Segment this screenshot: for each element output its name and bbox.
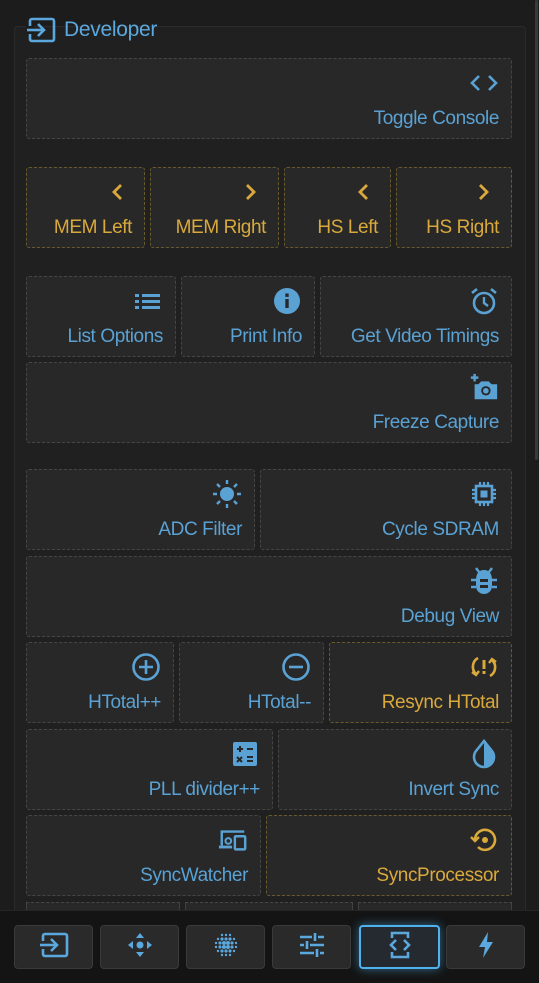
plus-circle-icon (131, 653, 161, 681)
cycle-sdram-button[interactable]: Cycle SDRAM (260, 469, 512, 550)
code-icon (469, 69, 499, 97)
list-options-label: List Options (67, 326, 163, 347)
chevron-right-icon (236, 178, 266, 206)
pll-divider-label: PLL divider++ (148, 779, 261, 800)
memory-icon (469, 480, 499, 508)
get-video-timings-button[interactable]: Get Video Timings (320, 276, 512, 357)
toggle-console-button[interactable]: Toggle Console (26, 58, 512, 139)
bolt-icon (477, 931, 495, 964)
hs-right-button[interactable]: HS Right (396, 167, 512, 248)
get-video-timings-label: Get Video Timings (350, 326, 500, 347)
htotal-minus-label: HTotal-- (247, 692, 312, 713)
brightness-icon (212, 480, 242, 508)
nav-grid-button[interactable] (186, 925, 265, 969)
freeze-capture-label: Freeze Capture (372, 412, 500, 433)
bug-icon (469, 567, 499, 595)
settings-backup-restore-icon (469, 826, 499, 854)
print-info-label: Print Info (229, 326, 302, 347)
add-camera-icon (469, 373, 499, 401)
cycle-sdram-label: Cycle SDRAM (381, 519, 499, 540)
nav-power-button[interactable] (446, 925, 525, 969)
resync-htotal-button[interactable]: Resync HTotal (329, 642, 512, 723)
nav-sliders-button[interactable] (272, 925, 351, 969)
nav-move-button[interactable] (100, 925, 179, 969)
mem-left-button[interactable]: MEM Left (26, 167, 145, 248)
invert-sync-label: Invert Sync (408, 779, 499, 800)
sync-watcher-button[interactable]: SyncWatcher (26, 815, 261, 896)
sync-problem-icon (469, 653, 499, 681)
pll-divider-button[interactable]: PLL divider++ (26, 729, 273, 810)
scrollbar[interactable] (535, 0, 538, 460)
toggle-console-label: Toggle Console (373, 108, 500, 129)
resync-htotal-label: Resync HTotal (381, 692, 500, 713)
nav-developer-button[interactable] (359, 925, 440, 969)
adc-filter-button[interactable]: ADC Filter (26, 469, 255, 550)
app-root: Developer Toggle Console MEM Left MEM Ri… (0, 0, 539, 983)
invert-sync-button[interactable]: Invert Sync (278, 729, 512, 810)
chevron-left-icon (102, 178, 132, 206)
move-icon (126, 931, 154, 964)
htotal-plus-label: HTotal++ (88, 692, 161, 713)
debug-view-label: Debug View (400, 606, 500, 627)
htotal-minus-button[interactable]: HTotal-- (179, 642, 324, 723)
info-icon (272, 287, 302, 315)
sync-processor-button[interactable]: SyncProcessor (266, 815, 512, 896)
bottom-nav (0, 910, 539, 983)
freeze-capture-button[interactable]: Freeze Capture (26, 362, 512, 443)
adc-filter-label: ADC Filter (158, 519, 242, 540)
mem-right-button[interactable]: MEM Right (150, 167, 279, 248)
section-header: Developer (26, 12, 157, 48)
section-title: Developer (64, 18, 158, 41)
chevron-left-icon (348, 178, 378, 206)
htotal-plus-button[interactable]: HTotal++ (26, 642, 174, 723)
alarm-icon (469, 287, 499, 315)
minus-circle-icon (281, 653, 311, 681)
mem-left-label: MEM Left (53, 217, 133, 238)
sync-processor-label: SyncProcessor (376, 865, 499, 886)
chevron-right-icon (469, 178, 499, 206)
debug-view-button[interactable]: Debug View (26, 556, 512, 637)
sync-watcher-label: SyncWatcher (140, 865, 248, 886)
hs-right-label: HS Right (426, 217, 499, 238)
input-icon (38, 932, 70, 963)
invert-colors-icon (469, 739, 499, 769)
developer-mode-icon (386, 930, 414, 965)
sliders-icon (298, 932, 326, 963)
devices-icon (218, 826, 248, 854)
nav-input-button[interactable] (14, 925, 93, 969)
hs-left-button[interactable]: HS Left (284, 167, 391, 248)
input-icon (26, 17, 56, 43)
grid-dots-icon (213, 932, 239, 963)
mem-right-label: MEM Right (175, 217, 267, 238)
print-info-button[interactable]: Print Info (181, 276, 315, 357)
list-icon (133, 287, 163, 315)
calculator-icon (230, 740, 260, 768)
hs-left-label: HS Left (317, 217, 378, 238)
list-options-button[interactable]: List Options (26, 276, 176, 357)
